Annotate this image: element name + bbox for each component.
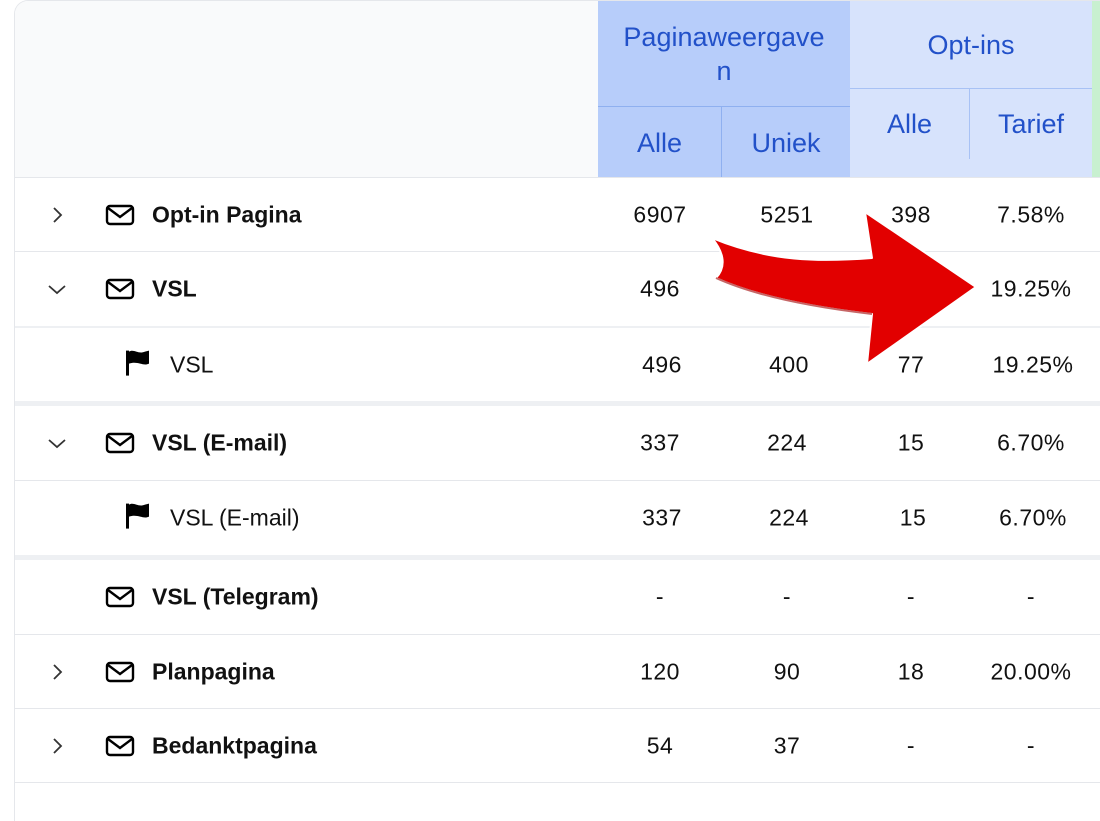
header-pageviews: Paginaweergaven [598,1,850,107]
header-next-group-strip [1092,1,1100,177]
header-pageviews-all[interactable]: Alle [598,107,722,177]
cell-pageviews-all: - [655,583,665,610]
cell-pageviews-all: 337 [642,504,682,531]
cell-pageviews-unique: 5251 [760,201,814,227]
table-row[interactable]: Bedanktpagina 54 37 - - [15,709,1100,783]
table-row[interactable]: VSL 496 400 77 19.25% [15,326,1100,406]
header-pageviews-unique-label: Uniek [751,128,821,158]
cell-optins-all: 15 [899,504,927,531]
header-optins: Opt-ins [850,1,1092,89]
cell-pageviews-all: 54 [646,732,674,758]
chevron-right-icon[interactable] [45,660,69,684]
chevron-right-icon[interactable] [45,734,69,758]
row-name[interactable]: VSL [170,351,213,378]
row-name[interactable]: Planpagina [152,658,275,685]
cell-optins-all: 77 [897,351,925,377]
cell-optins-all: - [906,732,916,758]
header-optins-all-label: Alle [886,109,933,139]
cell-optins-rate: - [1026,732,1036,758]
flag-icon [126,503,149,529]
cell-pageviews-unique: 400 [769,351,809,377]
cell-pageviews-all: 337 [640,429,680,456]
envelope-icon [105,586,135,608]
cell-optins-all: 15 [897,429,925,456]
cell-pageviews-unique: - [782,583,792,610]
table-row[interactable]: VSL 496 19.25% [15,252,1100,326]
table-row[interactable]: VSL (E-mail) 337 224 15 6.70% [15,406,1100,481]
chevron-down-icon[interactable] [45,431,69,455]
cell-pageviews-unique: 224 [769,504,809,531]
header-pageviews-all-label: Alle [636,128,683,158]
cell-optins-rate: 19.25% [990,275,1072,302]
cell-pageviews-unique: 90 [773,658,801,684]
envelope-icon [105,661,135,682]
table-row[interactable]: Planpagina 120 90 18 20.00% [15,635,1100,709]
chevron-right-icon[interactable] [45,203,69,227]
header-pageviews-label: Paginaweergaven [623,21,825,86]
cell-optins-rate: 6.70% [999,504,1067,531]
cell-optins-rate: 19.25% [992,351,1074,377]
envelope-icon [105,278,135,300]
row-name[interactable]: VSL (E-mail) [170,505,300,532]
header-optins-rate[interactable]: Tarief [970,89,1092,159]
row-name[interactable]: VSL [152,276,197,303]
chevron-down-icon[interactable] [45,277,69,301]
envelope-icon [105,432,135,454]
table-row[interactable]: Opt-in Pagina 6907 5251 398 7.58% [15,178,1100,252]
cell-optins-rate: 20.00% [990,658,1072,684]
cell-pageviews-all: 120 [640,658,680,684]
envelope-icon [105,735,135,756]
flag-icon [126,350,149,376]
cell-optins-rate: 7.58% [997,201,1065,227]
cell-optins-rate: 6.70% [997,429,1065,456]
stats-table: Paginaweergaven Alle Uniek Opt-ins Alle … [14,0,1100,821]
row-name[interactable]: VSL (E-mail) [152,430,287,457]
cell-pageviews-unique: 37 [773,732,801,758]
row-name[interactable]: Opt-in Pagina [152,201,302,228]
cell-optins-rate: - [1026,583,1036,610]
cell-pageviews-all: 496 [642,351,682,377]
header-blank-cell [15,1,598,177]
header-optins-all[interactable]: Alle [850,89,970,159]
header-pageviews-unique[interactable]: Uniek [722,107,850,177]
cell-optins-all: - [906,583,916,610]
header-optins-pad [850,159,1092,177]
table-row[interactable]: VSL (Telegram) - - - - [15,560,1100,635]
cell-pageviews-all: 6907 [633,201,687,227]
row-name[interactable]: VSL (Telegram) [152,584,319,611]
row-name[interactable]: Bedanktpagina [152,732,317,759]
envelope-icon [105,204,135,225]
cell-pageviews-all: 496 [640,275,680,302]
cell-pageviews-unique: 224 [767,429,807,456]
cell-optins-all: 398 [891,201,931,227]
table-row[interactable]: VSL (E-mail) 337 224 15 6.70% [15,481,1100,560]
header-optins-label: Opt-ins [927,29,1015,60]
cell-optins-all: 18 [897,658,925,684]
header-optins-rate-label: Tarief [997,109,1065,139]
